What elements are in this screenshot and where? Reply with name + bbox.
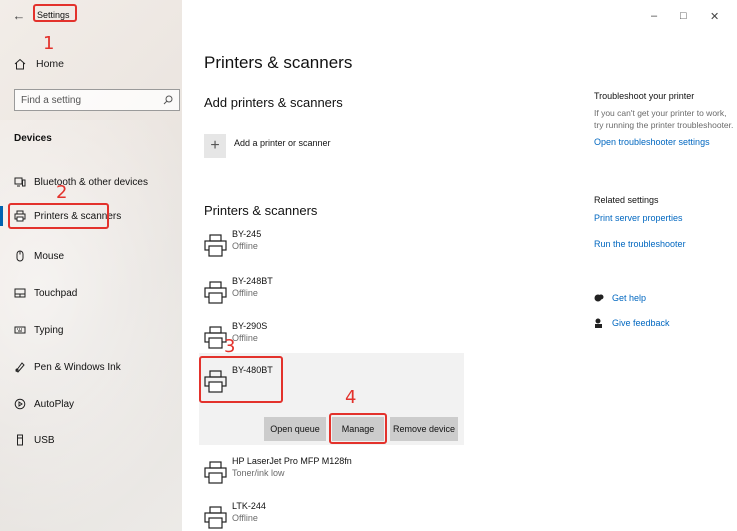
get-help-link[interactable]: Get help	[594, 293, 646, 303]
section-heading: Devices	[14, 133, 52, 144]
open-troubleshooter-link[interactable]: Open troubleshooter settings	[594, 137, 733, 147]
close-icon[interactable]: ✕	[710, 10, 719, 23]
sidebar-item-usb[interactable]: USB	[14, 430, 55, 450]
home-icon	[14, 58, 26, 70]
pen-icon	[15, 362, 25, 373]
sidebar-item-touchpad[interactable]: Touchpad	[14, 283, 77, 303]
sidebar-item-mouse[interactable]: Mouse	[14, 246, 64, 266]
printer-status: Offline	[232, 288, 258, 298]
mouse-icon	[16, 250, 24, 262]
bluetooth-devices-icon	[14, 177, 26, 187]
printer-name: BY-290S	[232, 321, 268, 331]
printer-icon	[204, 506, 227, 529]
sidebar-item-label: USB	[34, 434, 55, 446]
printer-status: Offline	[232, 513, 258, 523]
printer-item[interactable]: HP LaserJet Pro MFP M128fn Toner/ink low	[204, 455, 352, 484]
sidebar-item-home[interactable]: Home	[14, 58, 64, 70]
printers-list-heading: Printers & scanners	[204, 203, 318, 218]
page-title: Printers & scanners	[204, 53, 353, 72]
back-arrow-icon[interactable]: ←	[8, 8, 30, 23]
annotation-box-manage	[329, 413, 387, 444]
printer-icon	[204, 461, 227, 484]
help-icon	[594, 294, 604, 302]
printer-name: BY-245	[232, 229, 262, 239]
printer-item[interactable]: LTK-244 Offline	[204, 500, 266, 529]
search-input[interactable]: Find a setting	[14, 89, 180, 111]
annotation-box-settings	[33, 4, 77, 22]
troubleshoot-text: If you can't get your printer to work,	[594, 108, 727, 118]
search-placeholder: Find a setting	[21, 94, 82, 106]
printer-icon	[204, 281, 227, 304]
sidebar-item-autoplay[interactable]: AutoPlay	[14, 394, 74, 414]
add-printers-heading: Add printers & scanners	[204, 95, 343, 110]
usb-icon	[17, 434, 23, 446]
printer-status: Toner/ink low	[232, 468, 285, 478]
printer-item[interactable]: BY-248BT Offline	[204, 275, 273, 304]
troubleshoot-text: try running the printer troubleshooter.	[594, 120, 734, 130]
sidebar-item-label: Pen & Windows Ink	[34, 361, 121, 373]
sidebar: ← Settings Home Find a setting Devices B…	[0, 0, 182, 531]
add-printer-button[interactable]: + Add a printer or scanner	[204, 134, 331, 158]
annotation-step-1: 1	[43, 33, 55, 54]
sidebar-item-label: AutoPlay	[34, 398, 75, 410]
open-queue-button[interactable]: Open queue	[264, 417, 326, 441]
printer-status: Offline	[232, 241, 258, 251]
printer-name: BY-248BT	[232, 276, 273, 286]
sidebar-item-typing[interactable]: Typing	[14, 320, 63, 340]
printer-name: HP LaserJet Pro MFP M128fn	[232, 456, 352, 466]
sidebar-item-pen[interactable]: Pen & Windows Ink	[14, 357, 121, 377]
annotation-step-4: 4	[345, 387, 357, 408]
annotation-box-printer	[199, 356, 283, 403]
give-feedback-label: Give feedback	[612, 318, 670, 328]
plus-icon: +	[204, 134, 226, 158]
get-help-label: Get help	[612, 293, 647, 303]
annotation-step-2: 2	[56, 182, 68, 203]
sidebar-item-bluetooth[interactable]: Bluetooth & other devices	[14, 172, 148, 192]
keyboard-icon	[14, 326, 26, 334]
give-feedback-link[interactable]: Give feedback	[594, 318, 670, 328]
run-troubleshooter-link[interactable]: Run the troubleshooter	[594, 239, 686, 249]
autoplay-icon	[14, 398, 26, 410]
annotation-box-printers	[8, 203, 109, 229]
sidebar-item-label: Bluetooth & other devices	[34, 176, 148, 188]
printer-icon	[204, 234, 227, 257]
annotation-step-3: 3	[224, 336, 236, 357]
sidebar-item-label: Home	[36, 58, 65, 70]
add-printer-label: Add a printer or scanner	[234, 138, 331, 148]
touchpad-icon	[14, 288, 26, 298]
feedback-icon	[595, 318, 602, 328]
search-icon	[163, 95, 173, 105]
sidebar-item-label: Mouse	[34, 250, 65, 262]
sidebar-item-label: Touchpad	[34, 287, 78, 299]
printer-name: LTK-244	[232, 501, 266, 511]
troubleshoot-heading: Troubleshoot your printer	[594, 91, 695, 101]
restore-icon[interactable]: □	[680, 10, 687, 22]
selected-indicator	[0, 206, 3, 226]
remove-device-button[interactable]: Remove device	[390, 417, 458, 441]
related-settings-heading: Related settings	[594, 195, 659, 205]
minimize-icon[interactable]: –	[651, 10, 657, 22]
sidebar-item-label: Typing	[34, 324, 64, 336]
printer-status: Offline	[232, 333, 258, 343]
print-server-link[interactable]: Print server properties	[594, 213, 686, 223]
printer-item[interactable]: BY-245 Offline	[204, 228, 261, 257]
printer-item[interactable]: BY-290S Offline	[204, 320, 267, 349]
